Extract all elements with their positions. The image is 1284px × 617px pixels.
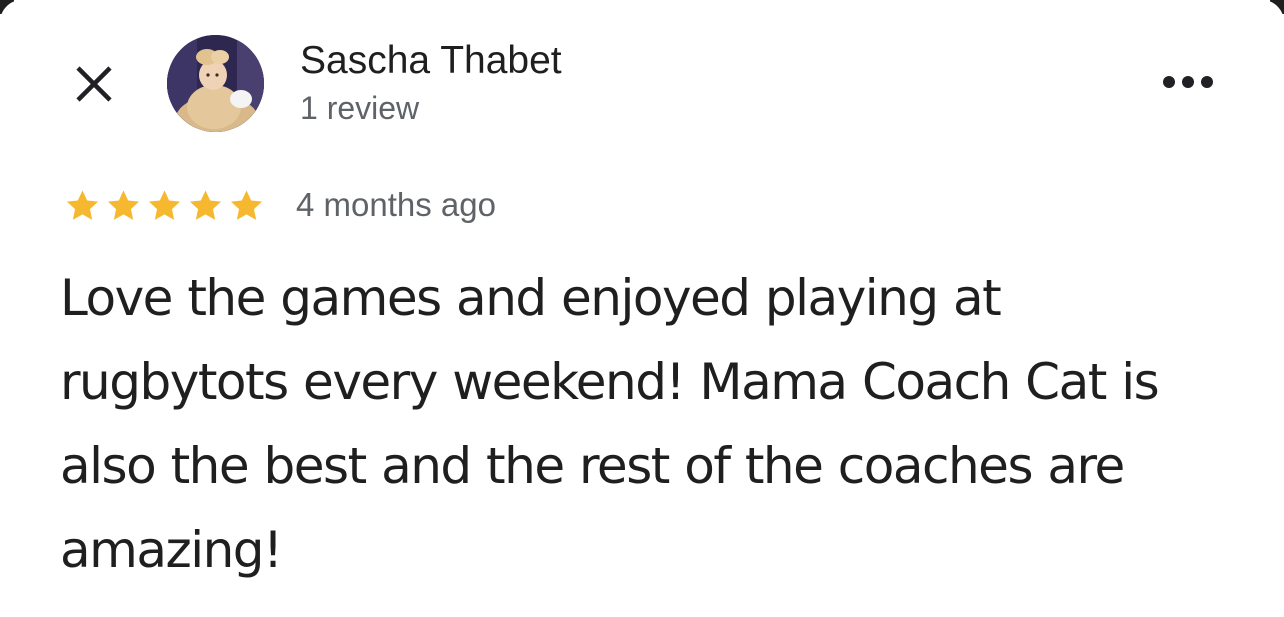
review-count: 1 review bbox=[300, 90, 420, 126]
reviewer-name[interactable]: Sascha Thabet bbox=[300, 38, 562, 84]
more-dot-icon bbox=[1163, 76, 1175, 88]
star-icon bbox=[66, 190, 99, 220]
close-icon bbox=[76, 66, 112, 102]
review-time: 4 months ago bbox=[296, 186, 496, 223]
more-dot-icon bbox=[1182, 76, 1194, 88]
star-icon bbox=[189, 190, 222, 220]
avatar-photo bbox=[167, 35, 264, 132]
star-icon bbox=[148, 190, 181, 220]
more-options-button[interactable] bbox=[1156, 62, 1220, 102]
star-icon bbox=[230, 190, 263, 220]
close-button[interactable] bbox=[68, 58, 120, 110]
star-icon bbox=[107, 190, 140, 220]
avatar[interactable] bbox=[167, 35, 264, 132]
review-text: Love the games and enjoyed playing at ru… bbox=[60, 269, 1160, 579]
star-rating bbox=[62, 186, 267, 226]
more-dot-icon bbox=[1201, 76, 1213, 88]
review-card: Sascha Thabet 1 review 4 months ago Love… bbox=[0, 0, 1284, 617]
